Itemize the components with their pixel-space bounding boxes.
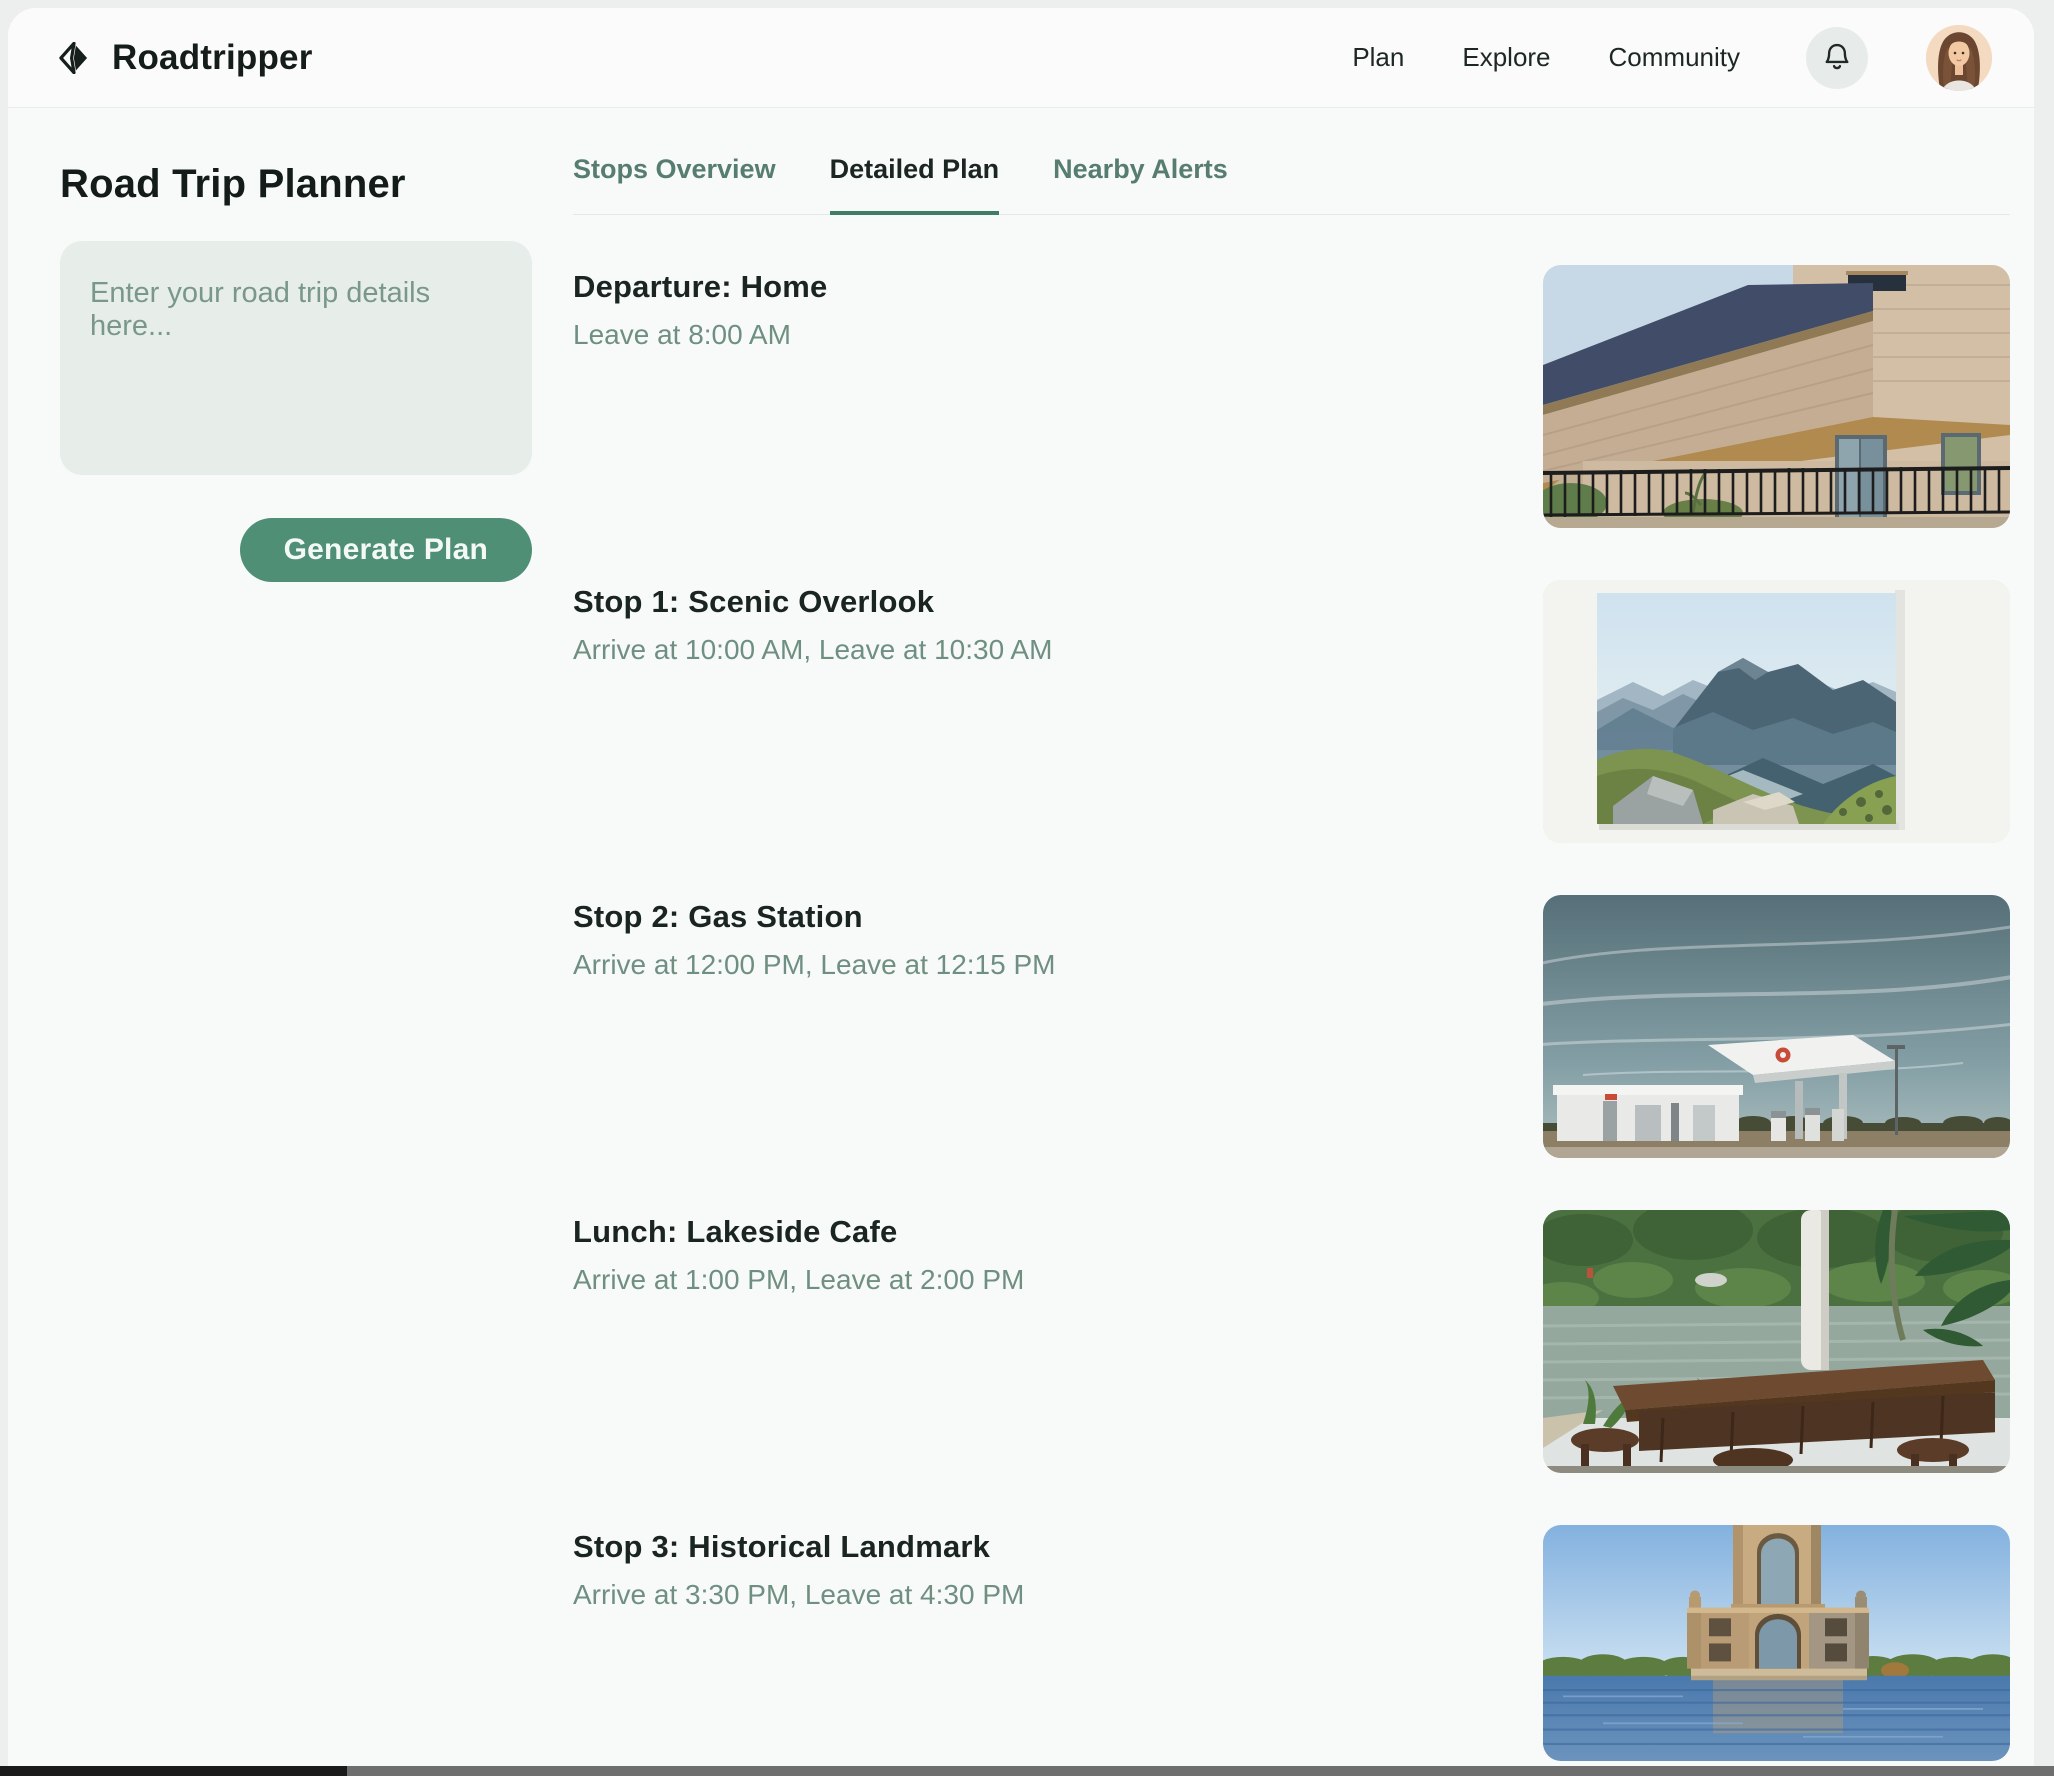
top-navbar: Roadtripper Plan Explore Community: [8, 8, 2034, 108]
planner-panel: Road Trip Planner Generate Plan: [60, 108, 532, 582]
stop-photo-stone-landmark: [1543, 1525, 2010, 1761]
stop-title: Departure: Home: [573, 269, 828, 304]
stop-photo-mountain-overlook: [1543, 580, 2010, 843]
app-window: Roadtripper Plan Explore Community Road …: [8, 8, 2034, 1776]
stop-schedule: Arrive at 3:30 PM, Leave at 4:30 PM: [573, 1579, 1025, 1610]
trip-details-input[interactable]: [60, 241, 532, 475]
user-avatar[interactable]: [1926, 24, 1992, 91]
notifications-button[interactable]: [1806, 26, 1868, 89]
tab-detailed-plan[interactable]: Detailed Plan: [829, 154, 1000, 215]
nav-link-plan[interactable]: Plan: [1352, 42, 1404, 73]
stop-title: Stop 2: Gas Station: [573, 899, 863, 934]
stop-photo-lakeside-cafe: [1543, 1210, 2010, 1473]
page-title: Road Trip Planner: [60, 162, 406, 206]
nav-link-explore[interactable]: Explore: [1462, 42, 1550, 73]
nav-link-community[interactable]: Community: [1609, 42, 1740, 73]
tab-stops-overview[interactable]: Stops Overview: [573, 154, 776, 215]
stop-title: Stop 1: Scenic Overlook: [573, 584, 935, 619]
stops-list: Departure: Home Leave at 8:00 AM Stop 1:…: [573, 215, 2010, 1776]
diamond-logo-icon: [59, 41, 88, 74]
stop-item-gas-station[interactable]: Stop 2: Gas Station Arrive at 12:00 PM, …: [573, 845, 2010, 1160]
stop-item-historical-landmark[interactable]: Stop 3: Historical Landmark Arrive at 3:…: [573, 1475, 2010, 1776]
brand-name: Roadtripper: [112, 37, 313, 77]
horizontal-scrollbar[interactable]: [0, 1766, 2054, 1776]
tab-nearby-alerts[interactable]: Nearby Alerts: [1053, 154, 1228, 215]
stop-photo-gas-station: [1543, 895, 2010, 1158]
stop-title: Lunch: Lakeside Cafe: [573, 1214, 898, 1249]
stop-item-scenic-overlook[interactable]: Stop 1: Scenic Overlook Arrive at 10:00 …: [573, 530, 2010, 845]
lakeside-cafe-illustration: [1543, 1210, 2010, 1473]
mountain-overlook-illustration: [1543, 580, 2010, 843]
modern-house-illustration: [1543, 265, 2010, 528]
stop-item-lakeside-cafe[interactable]: Lunch: Lakeside Cafe Arrive at 1:00 PM, …: [573, 1160, 2010, 1475]
stop-item-departure[interactable]: Departure: Home Leave at 8:00 AM: [573, 215, 2010, 530]
main-nav: Plan Explore Community: [1352, 24, 1992, 91]
scrollbar-thumb[interactable]: [0, 1766, 347, 1776]
stone-landmark-illustration: [1543, 1525, 2010, 1761]
stop-schedule: Arrive at 10:00 AM, Leave at 10:30 AM: [573, 634, 1053, 665]
bell-icon: [1825, 43, 1849, 69]
stop-schedule: Arrive at 1:00 PM, Leave at 2:00 PM: [573, 1264, 1025, 1295]
gas-station-illustration: [1543, 895, 2010, 1158]
generate-plan-button[interactable]: Generate Plan: [239, 518, 532, 582]
itinerary-panel: Stops Overview Detailed Plan Nearby Aler…: [573, 108, 2010, 1776]
stop-title: Stop 3: Historical Landmark: [573, 1529, 991, 1564]
tab-bar: Stops Overview Detailed Plan Nearby Aler…: [573, 108, 2010, 215]
stop-photo-modern-house: [1543, 265, 2010, 528]
brand[interactable]: Roadtripper: [58, 38, 313, 78]
stop-schedule: Leave at 8:00 AM: [573, 319, 791, 350]
stop-schedule: Arrive at 12:00 PM, Leave at 12:15 PM: [573, 949, 1056, 980]
avatar-illustration: [1926, 24, 1992, 91]
